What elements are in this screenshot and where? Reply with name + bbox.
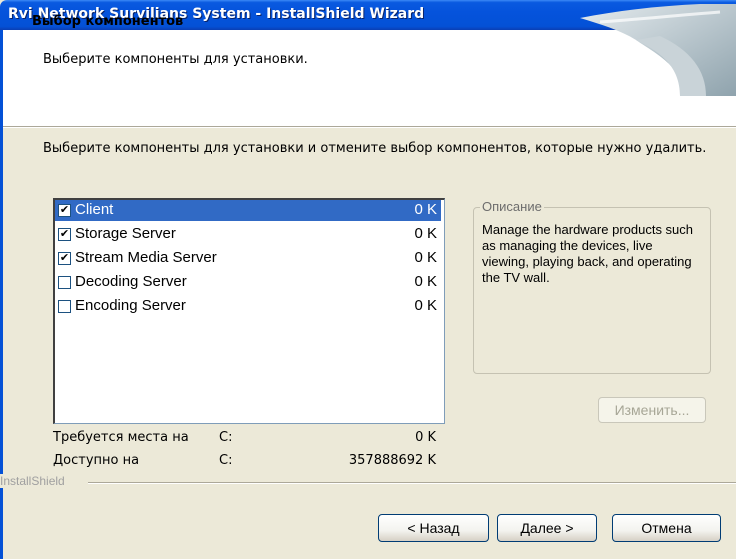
list-item[interactable]: Decoding Server 0 K — [55, 272, 441, 293]
component-checkbox[interactable] — [58, 300, 71, 313]
component-name: Decoding Server — [75, 273, 187, 290]
component-size: 0 K — [414, 297, 437, 314]
cancel-button[interactable]: Отмена — [612, 514, 721, 542]
component-name: Stream Media Server — [75, 249, 217, 266]
space-required-drive: C: — [219, 430, 233, 445]
components-list[interactable]: ✔ Client 0 K ✔ Storage Server 0 K ✔ Stre… — [53, 198, 445, 424]
space-required-label: Требуется места на — [53, 430, 189, 445]
window-left-border — [0, 126, 3, 559]
component-size: 0 K — [414, 273, 437, 290]
instruction-text: Выберите компоненты для установки и отме… — [43, 141, 707, 156]
space-required-value: 0 K — [415, 430, 436, 445]
description-legend: Описание — [480, 199, 544, 214]
list-item[interactable]: ✔ Stream Media Server 0 K — [55, 248, 441, 269]
component-checkbox[interactable]: ✔ — [58, 252, 71, 265]
space-available-drive: C: — [219, 453, 233, 468]
back-button[interactable]: < Назад — [378, 514, 489, 542]
space-available-label: Доступно на — [53, 453, 140, 468]
component-size: 0 K — [414, 225, 437, 242]
next-button[interactable]: Далее > — [497, 514, 597, 542]
component-checkbox[interactable]: ✔ — [58, 204, 71, 217]
list-item[interactable]: ✔ Client 0 K — [55, 200, 441, 221]
component-checkbox[interactable]: ✔ — [58, 228, 71, 241]
list-item[interactable]: ✔ Storage Server 0 K — [55, 224, 441, 245]
change-button[interactable]: Изменить... — [598, 397, 706, 423]
component-size: 0 K — [414, 201, 437, 218]
component-name: Storage Server — [75, 225, 176, 242]
component-name: Client — [75, 201, 114, 218]
component-name: Encoding Server — [75, 297, 186, 314]
page-title: Выбор компонентов — [32, 14, 184, 29]
header-divider — [0, 126, 736, 128]
description-text: Manage the hardware products such as man… — [482, 222, 694, 285]
space-available-value: 357888692 K — [348, 453, 436, 468]
component-size: 0 K — [414, 249, 437, 266]
component-checkbox[interactable] — [58, 276, 71, 289]
installshield-label: InstallShield — [0, 474, 71, 488]
footer-divider — [88, 482, 736, 484]
list-item[interactable]: Encoding Server 0 K — [55, 296, 441, 317]
wizard-banner-graphic — [580, 4, 736, 96]
page-subtitle: Выберите компоненты для установки. — [43, 52, 308, 67]
